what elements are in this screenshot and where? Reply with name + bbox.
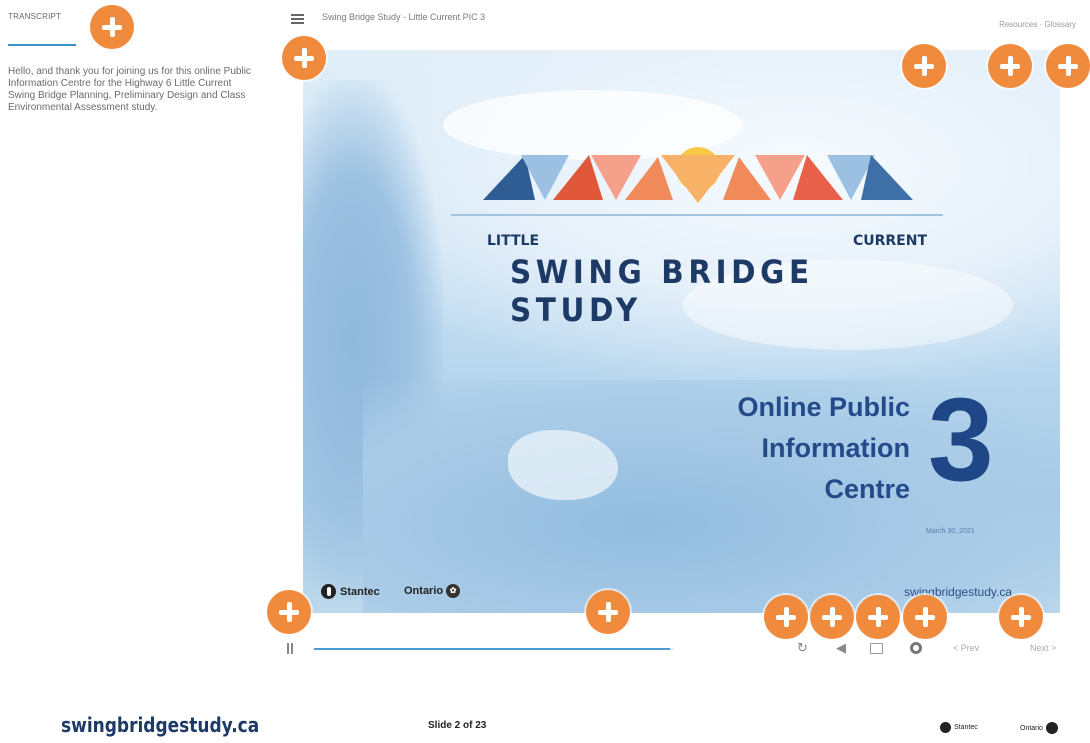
course-title: Swing Bridge Study - Little Current PIC … — [322, 12, 486, 22]
hotspot-transcript-tab[interactable] — [90, 5, 134, 49]
hotspot-resources[interactable] — [902, 44, 946, 88]
slide-title-big: SWING BRIDGE STUDY — [510, 253, 814, 329]
hotspot-glossary[interactable] — [988, 44, 1032, 88]
next-button[interactable]: Next > — [1030, 643, 1056, 653]
hotspot-exit[interactable] — [1046, 44, 1090, 88]
hotspot-settings[interactable] — [903, 595, 947, 639]
slide-date: March 30, 2021 — [926, 528, 975, 535]
logo-divider — [451, 214, 943, 216]
volume-icon[interactable]: ◀ — [836, 641, 846, 656]
transcript-tab[interactable]: TRANSCRIPT — [8, 12, 61, 21]
hotspot-menu[interactable] — [282, 36, 326, 80]
hotspot-replay[interactable] — [764, 595, 808, 639]
hotspot-seekbar[interactable] — [586, 590, 630, 634]
top-links[interactable]: Resources · Glossary — [999, 20, 1076, 29]
slide-canvas: LITTLE CURRENT SWING BRIDGE STUDY Online… — [303, 50, 1060, 613]
ontario-logo: Ontario ✿ — [404, 584, 461, 598]
hotspot-pause[interactable] — [267, 590, 311, 634]
slide-title-small: LITTLE CURRENT — [487, 233, 927, 249]
progress-fill — [314, 648, 671, 650]
hotspot-captions[interactable] — [856, 595, 900, 639]
slide-counter: Slide 2 of 23 — [428, 720, 487, 731]
bridge-logo — [483, 147, 913, 203]
hotspot-volume[interactable] — [810, 595, 854, 639]
transcript-text: Hello, and thank you for joining us for … — [8, 66, 251, 113]
stantec-label: Stantec — [340, 585, 380, 598]
footer-stantec-logo: Stantec — [940, 722, 978, 733]
progress-bar[interactable] — [314, 648, 674, 650]
trillium-icon: ✿ — [446, 584, 461, 598]
footer-ontario-logo: Ontario — [1020, 722, 1058, 734]
footer-trillium-icon — [1045, 722, 1058, 734]
transcript-tab-indicator — [8, 44, 76, 46]
replay-icon[interactable]: ↻ — [797, 641, 808, 656]
footer-stantec-label: Stantec — [954, 724, 978, 731]
stantec-icon — [321, 584, 336, 599]
pause-icon[interactable] — [287, 643, 295, 654]
pic-line-3: Centre — [824, 474, 910, 504]
ontario-label: Ontario — [404, 585, 444, 597]
settings-icon[interactable] — [910, 642, 922, 654]
pic-line-1: Online Public — [737, 392, 910, 422]
pic-line-2: Information — [761, 433, 911, 463]
footer-stantec-icon — [940, 722, 951, 733]
captions-icon[interactable] — [870, 643, 883, 654]
footer-site: swingbridgestudy.ca — [61, 713, 260, 737]
stantec-logo: Stantec — [321, 584, 380, 599]
footer-ontario-label: Ontario — [1020, 724, 1043, 732]
hotspot-navigation[interactable] — [999, 595, 1043, 639]
pic-heading: Online Public Information Centre — [610, 387, 910, 510]
menu-icon[interactable] — [291, 14, 304, 24]
prev-button[interactable]: < Prev — [953, 643, 979, 653]
pic-number: 3 — [928, 374, 994, 506]
